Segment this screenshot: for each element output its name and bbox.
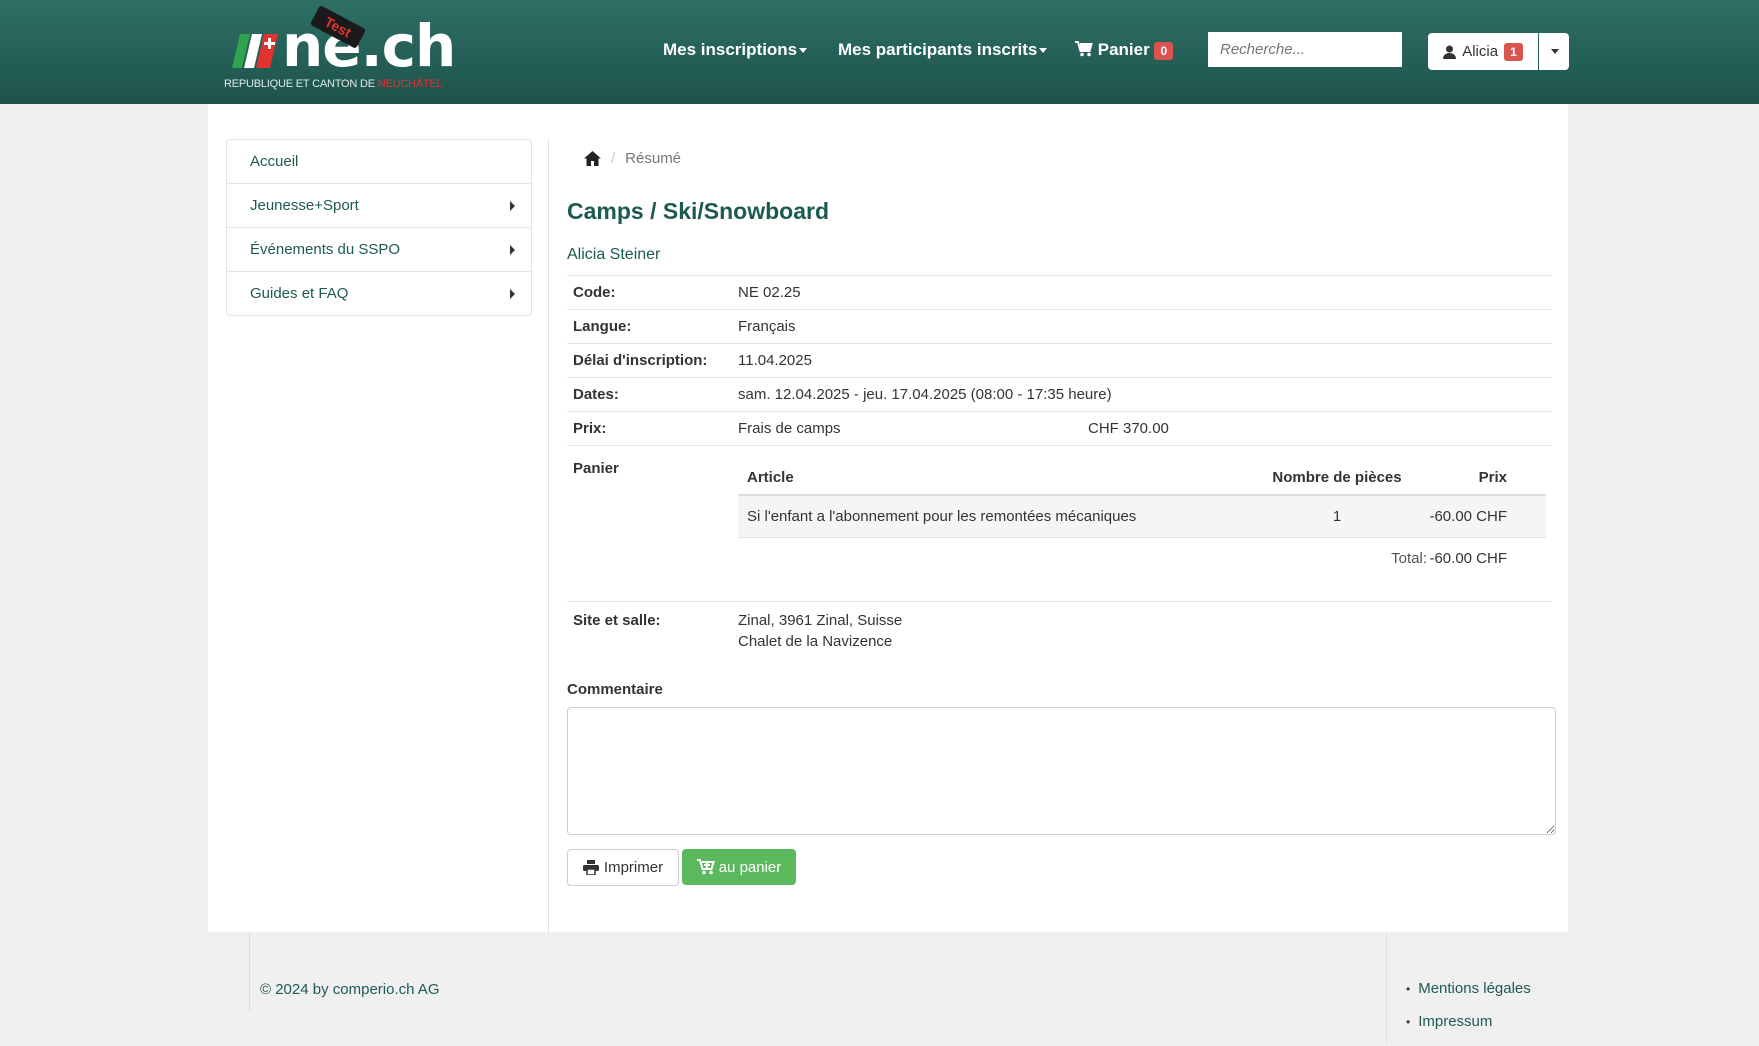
dates-label: Dates: (573, 386, 619, 403)
user-name: Alicia (1462, 43, 1499, 60)
participant-name: Alicia Steiner (567, 246, 661, 263)
breadcrumb-current: Résumé (625, 150, 682, 167)
cart-table-header: Article Nombre de pièces Prix (738, 460, 1546, 496)
panier-label: Panier (573, 460, 619, 477)
notification-badge: 1 (1504, 42, 1523, 61)
comment-textarea[interactable] (567, 707, 1556, 835)
code-value: NE 02.25 (738, 284, 801, 301)
langue-label: Langue: (573, 318, 632, 335)
row-panier: Panier Article Nombre de pièces Prix Si … (567, 445, 1552, 601)
user-dropdown-toggle[interactable] (1539, 33, 1569, 70)
langue-value: Français (738, 318, 796, 335)
cart-count-badge: 0 (1154, 41, 1174, 60)
caret-down-icon (799, 48, 808, 54)
link-impressum[interactable]: Impressum (1406, 1013, 1531, 1046)
breadcrumb: / Résumé (584, 150, 681, 167)
cart-plus-icon (696, 859, 715, 875)
top-navbar: ne.ch Test REPUBLIQUE ET CANTON DE NEUCH… (0, 0, 1759, 104)
delai-label: Délai d'inscription: (573, 352, 708, 369)
printer-icon (582, 860, 599, 875)
caret-down-icon (1551, 49, 1559, 54)
nav-mes-participants[interactable]: Mes participants inscrits (838, 40, 1048, 60)
breadcrumb-separator: / (611, 150, 616, 167)
link-mentions-legales[interactable]: Mentions légales (1406, 980, 1531, 1013)
chevron-right-icon (510, 244, 515, 255)
add-to-cart-button[interactable]: au panier (682, 849, 796, 885)
flag-logo-icon (232, 34, 278, 68)
cart-table: Article Nombre de pièces Prix Si l'enfan… (738, 460, 1546, 601)
nav-panier[interactable]: Panier 0 (1075, 40, 1174, 60)
row-prix: Prix: Frais de camps CHF 370.00 (567, 411, 1552, 445)
sidebar-item-accueil[interactable]: Accueil (227, 140, 531, 184)
sidebar-item-guides-faq[interactable]: Guides et FAQ (227, 272, 531, 315)
site-value: Zinal, 3961 Zinal, Suisse Chalet de la N… (738, 612, 903, 650)
cart-price: -60.00 CHF (1429, 508, 1507, 525)
nav-mes-inscriptions[interactable]: Mes inscriptions (663, 40, 808, 60)
chevron-right-icon (510, 288, 515, 299)
user-icon (1443, 45, 1457, 59)
row-site: Site et salle: Zinal, 3961 Zinal, Suisse… (567, 601, 1552, 676)
col-article: Article (747, 468, 794, 486)
cart-icon (1075, 41, 1093, 57)
footer-divider-left (249, 933, 250, 1011)
cart-total-row: Total: -60.00 CHF (738, 538, 1546, 578)
sidebar-item-jeunesse-sport[interactable]: Jeunesse+Sport (227, 184, 531, 228)
prix-amount: CHF 370.00 (1088, 420, 1169, 437)
col-qty: Nombre de pièces (1272, 468, 1402, 486)
chevron-right-icon (510, 200, 515, 211)
cart-qty: 1 (1332, 508, 1342, 525)
cart-article: Si l'enfant a l'abonnement pour les remo… (747, 508, 1137, 525)
dates-value: sam. 12.04.2025 - jeu. 17.04.2025 (08:00… (738, 386, 1112, 403)
row-dates: Dates: sam. 12.04.2025 - jeu. 17.04.2025… (567, 377, 1552, 411)
home-icon[interactable] (584, 151, 601, 166)
footer-divider-right (1386, 933, 1387, 1043)
logo-text: ne.ch (282, 12, 456, 80)
row-code: Code: NE 02.25 (567, 275, 1552, 309)
print-button[interactable]: Imprimer (567, 849, 679, 886)
site-label: Site et salle: (573, 612, 661, 629)
logo-subtitle: REPUBLIQUE ET CANTON DE NEUCHÂTEL (224, 78, 443, 90)
sidebar-item-evenements-sspo[interactable]: Événements du SSPO (227, 228, 531, 272)
total-label: Total: (1391, 549, 1427, 567)
search-input[interactable] (1208, 32, 1402, 67)
prix-item: Frais de camps (738, 420, 841, 437)
user-button[interactable]: Alicia 1 (1428, 33, 1538, 70)
sidebar-menu: Accueil Jeunesse+Sport Événements du SSP… (226, 139, 532, 316)
table-row: Si l'enfant a l'abonnement pour les remo… (738, 496, 1546, 538)
page-title: Camps / Ski/Snowboard (567, 198, 829, 224)
comment-label: Commentaire (567, 681, 663, 698)
logo[interactable]: ne.ch Test REPUBLIQUE ET CANTON DE NEUCH… (224, 5, 456, 94)
delai-value: 11.04.2025 (738, 352, 812, 369)
total-value: -60.00 CHF (1429, 549, 1507, 567)
copyright: © 2024 by comperio.ch AG (260, 981, 440, 998)
prix-label: Prix: (573, 420, 607, 437)
details-table: Code: NE 02.25 Langue: Français Délai d'… (567, 275, 1552, 676)
row-langue: Langue: Français (567, 309, 1552, 343)
code-label: Code: (573, 284, 616, 301)
col-price: Prix (1478, 468, 1507, 486)
footer-links: Mentions légales Impressum (1406, 980, 1531, 1046)
caret-down-icon (1039, 48, 1048, 54)
row-delai: Délai d'inscription: 11.04.2025 (567, 343, 1552, 377)
divider (548, 140, 549, 932)
